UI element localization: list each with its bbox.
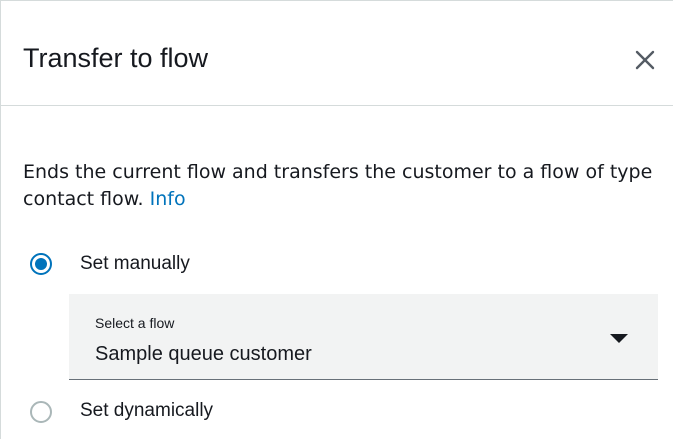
info-link[interactable]: Info xyxy=(150,188,186,210)
set-manually-radio[interactable] xyxy=(30,253,52,275)
chevron-down-icon[interactable] xyxy=(610,334,628,343)
radio-selected-dot xyxy=(35,258,47,270)
transfer-to-flow-panel: Transfer to flow Ends the current flow a… xyxy=(0,0,673,439)
panel-title: Transfer to flow xyxy=(23,43,209,73)
panel-header: Transfer to flow xyxy=(1,1,673,106)
close-icon xyxy=(635,50,655,70)
flow-select-caption: Select a flow xyxy=(95,315,175,331)
flow-select-value: Sample queue customer xyxy=(95,343,312,365)
set-dynamically-label[interactable]: Set dynamically xyxy=(80,399,213,423)
set-manually-label[interactable]: Set manually xyxy=(80,252,190,276)
close-button[interactable] xyxy=(629,45,659,75)
block-description: Ends the current flow and transfers the … xyxy=(23,159,663,213)
flow-select[interactable]: Select a flow Sample queue customer xyxy=(69,294,658,380)
set-dynamically-radio[interactable] xyxy=(30,401,52,423)
description-text: Ends the current flow and transfers the … xyxy=(23,161,653,210)
